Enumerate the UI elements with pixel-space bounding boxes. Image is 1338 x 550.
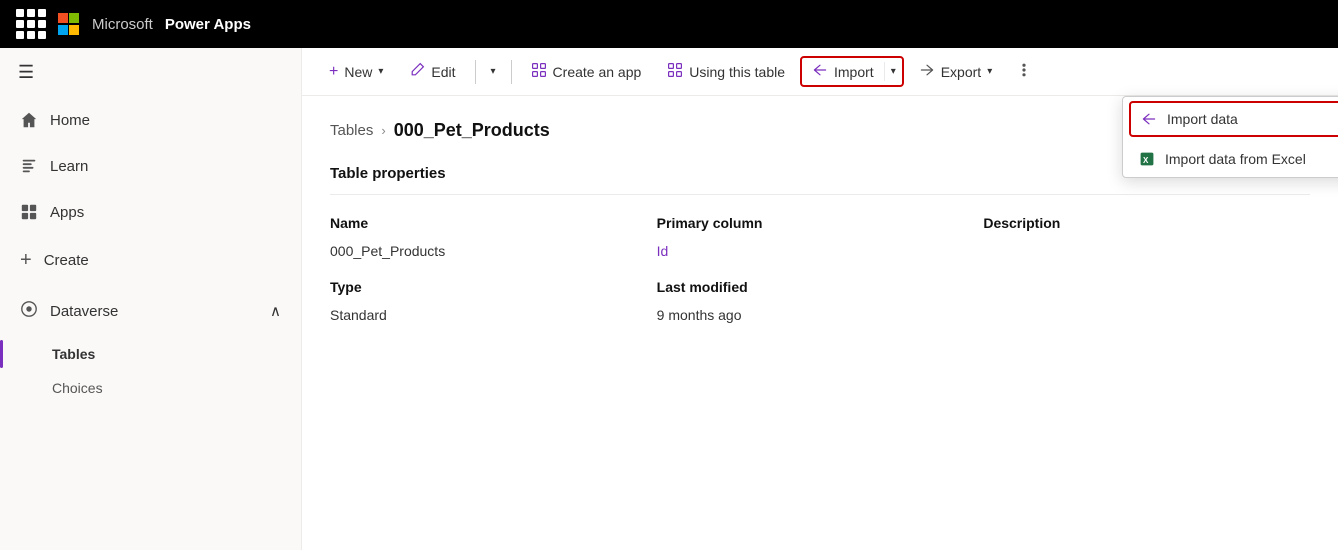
primary-col-value[interactable]: Id bbox=[657, 239, 984, 271]
using-table-icon bbox=[667, 62, 683, 81]
new-label: New bbox=[344, 64, 372, 80]
sidebar-item-dataverse[interactable]: Dataverse ∧ bbox=[0, 286, 301, 336]
layout: ☰ Home Learn bbox=[0, 48, 1338, 550]
breadcrumb-parent[interactable]: Tables bbox=[330, 122, 373, 139]
description-value bbox=[983, 239, 1310, 271]
import-button[interactable]: Import bbox=[802, 58, 884, 85]
separator-2 bbox=[511, 60, 512, 84]
edit-button[interactable]: Edit bbox=[398, 55, 466, 88]
edit-label: Edit bbox=[431, 64, 455, 80]
main-content: + New ▾ Edit ▾ bbox=[302, 48, 1338, 550]
create-app-icon bbox=[531, 62, 547, 81]
sidebar: ☰ Home Learn bbox=[0, 48, 302, 550]
dataverse-icon bbox=[20, 300, 38, 322]
home-label: Home bbox=[50, 112, 90, 129]
sidebar-item-create[interactable]: + Create bbox=[0, 235, 301, 286]
sidebar-item-home[interactable]: Home bbox=[0, 97, 301, 143]
import-chevron-icon: ▾ bbox=[891, 66, 896, 77]
import-excel-label: Import data from Excel bbox=[1165, 151, 1306, 167]
import-button-group: Import ▾ bbox=[800, 56, 904, 87]
last-modified-header: Last modified bbox=[657, 271, 984, 303]
description-header: Description bbox=[983, 207, 1310, 239]
dataverse-label: Dataverse bbox=[50, 303, 118, 320]
create-icon: + bbox=[20, 249, 32, 272]
sidebar-item-apps[interactable]: Apps bbox=[0, 189, 301, 235]
type-header: Type bbox=[330, 271, 657, 303]
using-table-label: Using this table bbox=[689, 64, 785, 80]
export-button[interactable]: Export ▾ bbox=[908, 55, 1004, 88]
home-icon bbox=[20, 111, 38, 129]
edit-dropdown-button[interactable]: ▾ bbox=[484, 59, 503, 84]
import-excel-icon: X bbox=[1139, 151, 1155, 167]
import-data-icon bbox=[1141, 111, 1157, 127]
sidebar-sub-item-tables[interactable]: Tables bbox=[0, 336, 301, 372]
export-icon bbox=[919, 62, 935, 81]
tables-label: Tables bbox=[52, 346, 95, 362]
import-dropdown-button[interactable]: ▾ bbox=[884, 62, 902, 81]
empty-header bbox=[983, 271, 1310, 303]
new-plus-icon: + bbox=[329, 63, 338, 81]
create-app-button[interactable]: Create an app bbox=[520, 55, 653, 88]
import-label: Import bbox=[834, 64, 874, 80]
using-table-button[interactable]: Using this table bbox=[656, 55, 796, 88]
breadcrumb-current: 000_Pet_Products bbox=[394, 120, 550, 141]
export-label: Export bbox=[941, 64, 981, 80]
sidebar-sub-item-choices[interactable]: Choices bbox=[0, 372, 301, 404]
settings-icon bbox=[1016, 62, 1032, 81]
edit-icon bbox=[409, 62, 425, 81]
apps-label: Apps bbox=[50, 204, 84, 221]
name-value: 000_Pet_Products bbox=[330, 239, 657, 271]
new-chevron-icon: ▾ bbox=[378, 66, 383, 77]
import-data-label: Import data bbox=[1167, 111, 1238, 127]
learn-icon bbox=[20, 157, 38, 175]
new-button[interactable]: + New ▾ bbox=[318, 56, 394, 88]
primary-col-header: Primary column bbox=[657, 207, 984, 239]
section-divider bbox=[330, 194, 1310, 195]
empty-value bbox=[983, 303, 1310, 335]
table-properties-section: Table properties Name Primary column Des… bbox=[330, 165, 1310, 335]
separator-1 bbox=[475, 60, 476, 84]
last-modified-value: 9 months ago bbox=[657, 303, 984, 335]
dataverse-chevron-icon: ∧ bbox=[270, 302, 281, 320]
microsoft-logo bbox=[58, 13, 80, 35]
product-name: Power Apps bbox=[165, 16, 251, 33]
breadcrumb-separator: › bbox=[381, 123, 385, 138]
sidebar-item-learn[interactable]: Learn bbox=[0, 143, 301, 189]
type-value: Standard bbox=[330, 303, 657, 335]
learn-label: Learn bbox=[50, 158, 88, 175]
name-header: Name bbox=[330, 207, 657, 239]
import-dropdown-menu: Import data X Import data from Excel bbox=[1122, 96, 1338, 178]
topbar: Microsoft Power Apps bbox=[0, 0, 1338, 48]
toolbar: + New ▾ Edit ▾ bbox=[302, 48, 1338, 96]
import-excel-item[interactable]: X Import data from Excel bbox=[1123, 141, 1338, 177]
create-app-label: Create an app bbox=[553, 64, 642, 80]
settings-button[interactable] bbox=[1007, 55, 1041, 88]
edit-chevron-icon: ▾ bbox=[491, 66, 496, 77]
properties-grid: Name Primary column Description 000_Pet_… bbox=[330, 207, 1310, 335]
company-name: Microsoft bbox=[92, 16, 153, 33]
hamburger-button[interactable]: ☰ bbox=[0, 48, 301, 97]
svg-text:X: X bbox=[1143, 156, 1149, 165]
apps-grid-icon[interactable] bbox=[16, 9, 46, 39]
import-icon bbox=[812, 62, 828, 81]
choices-label: Choices bbox=[52, 380, 103, 396]
export-chevron-icon: ▾ bbox=[987, 66, 992, 77]
import-data-item[interactable]: Import data bbox=[1129, 101, 1338, 137]
apps-icon bbox=[20, 203, 38, 221]
create-label: Create bbox=[44, 252, 89, 269]
